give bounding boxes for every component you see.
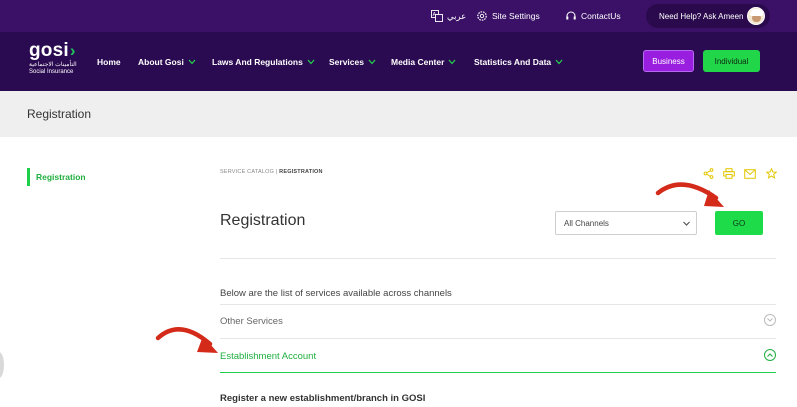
breadcrumb-separator: |	[275, 169, 278, 175]
page-header-band: Registration	[0, 91, 797, 137]
breadcrumb-parent[interactable]: SERVICE CATALOG	[220, 169, 274, 175]
accordion-establishment-account[interactable]: Establishment Account	[220, 339, 776, 373]
chevron-down-icon	[368, 59, 376, 65]
help-label: Need Help? Ask Ameen	[659, 11, 744, 21]
nav-about-gosi[interactable]: About Gosi	[138, 56, 196, 68]
logo-arrow-icon: ›	[69, 41, 76, 60]
chevron-down-icon	[555, 59, 563, 65]
nav-media-label: Media Center	[391, 57, 445, 67]
section-divider	[220, 258, 776, 259]
accordion-label: Establishment Account	[220, 350, 317, 362]
expand-icon[interactable]	[764, 314, 776, 326]
scroll-edge-shadow	[0, 352, 4, 378]
accordion-active-underline	[220, 372, 776, 373]
svg-text:A: A	[433, 12, 437, 18]
breadcrumb-current: REGISTRATION	[279, 169, 323, 175]
chevron-down-icon	[448, 59, 456, 65]
collapse-icon[interactable]	[764, 349, 776, 361]
main-navbar: gosi › التأمينات الاجتماعية Social Insura…	[0, 32, 797, 91]
logo-word: gosi	[29, 40, 69, 61]
gosi-logo[interactable]: gosi › التأمينات الاجتماعية Social Insura…	[29, 41, 77, 76]
nav-home[interactable]: Home	[97, 56, 121, 68]
breadcrumb: SERVICE CATALOG | REGISTRATION	[220, 169, 323, 175]
accordion-other-services[interactable]: Other Services	[220, 304, 776, 338]
logo-arabic: التأمينات الاجتماعية	[29, 62, 77, 68]
site-settings-label: Site Settings	[492, 11, 540, 21]
sidebar-item-registration[interactable]: Registration	[27, 168, 86, 186]
site-settings-link[interactable]: Site Settings	[476, 0, 540, 32]
services-list-intro: Below are the list of services available…	[220, 288, 452, 299]
nav-statistics-label: Statistics And Data	[474, 57, 552, 67]
chevron-down-icon	[683, 221, 690, 226]
channel-select-value: All Channels	[564, 218, 609, 228]
nav-laws-regulations[interactable]: Laws And Regulations	[212, 56, 315, 68]
page-band-title: Registration	[27, 107, 92, 121]
nav-media-center[interactable]: Media Center	[391, 56, 456, 68]
accordion-label: Other Services	[220, 315, 283, 327]
nav-about-label: About Gosi	[138, 57, 184, 67]
service-description: Register a new establishment/branch in G…	[220, 393, 426, 404]
ameen-avatar	[747, 7, 765, 25]
mail-icon[interactable]	[744, 166, 756, 184]
ask-ameen-button[interactable]: Need Help? Ask Ameen	[646, 4, 770, 28]
logo-english: Social Insurance	[29, 69, 74, 75]
chevron-down-icon	[307, 59, 315, 65]
translate-icon: A	[431, 10, 443, 22]
red-arrow-annotation-icon	[655, 182, 724, 207]
nav-statistics-data[interactable]: Statistics And Data	[474, 56, 563, 68]
red-arrow-annotation-icon	[155, 327, 218, 353]
nav-services[interactable]: Services	[329, 56, 376, 68]
nav-home-label: Home	[97, 57, 121, 67]
chevron-down-icon	[188, 59, 196, 65]
individual-button[interactable]: Individual	[703, 50, 760, 72]
language-label: عربي	[447, 10, 467, 21]
page-title: Registration	[220, 212, 306, 229]
contact-us-link[interactable]: ContactUs	[565, 0, 621, 32]
business-button[interactable]: Business	[643, 50, 694, 72]
contact-us-label: ContactUs	[581, 11, 621, 21]
star-icon[interactable]	[765, 166, 778, 184]
nav-laws-label: Laws And Regulations	[212, 57, 303, 67]
language-switch[interactable]: A عربي	[431, 0, 466, 32]
nav-services-label: Services	[329, 57, 364, 67]
sidebar-item-label: Registration	[36, 172, 86, 182]
top-utility-bar: A عربي Site Settings ContactUs Need Help…	[0, 0, 797, 32]
gear-icon	[477, 11, 487, 21]
headset-icon	[566, 11, 576, 20]
